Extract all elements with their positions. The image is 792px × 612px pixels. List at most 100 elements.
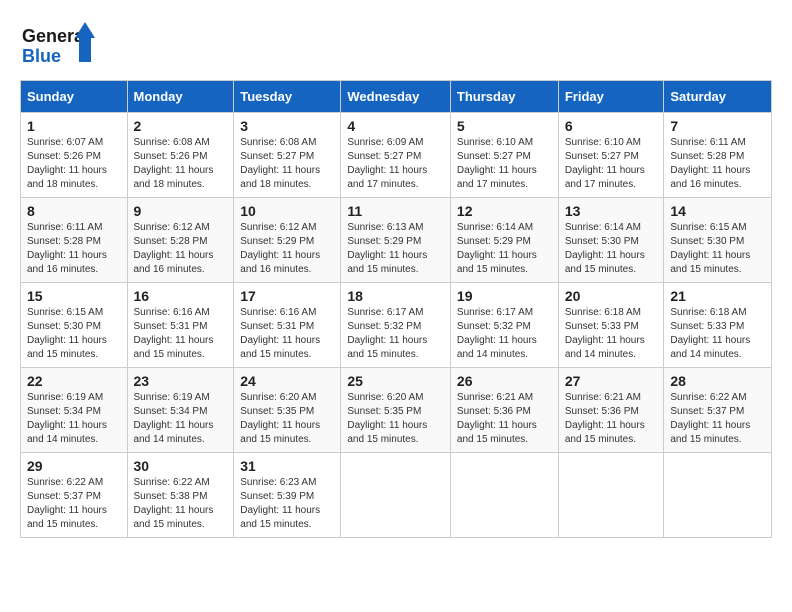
- logo: GeneralBlue: [20, 20, 100, 70]
- day-number: 4: [347, 118, 444, 134]
- calendar-day-header: Wednesday: [341, 81, 451, 113]
- calendar-table: SundayMondayTuesdayWednesdayThursdayFrid…: [20, 80, 772, 538]
- calendar-cell: 28 Sunrise: 6:22 AM Sunset: 5:37 PM Dayli…: [664, 368, 772, 453]
- calendar-week-row: 1Sunrise: 6:07 AM Sunset: 5:26 PM Daylig…: [21, 113, 772, 198]
- calendar-cell: [664, 453, 772, 538]
- day-number: 25: [347, 373, 444, 389]
- day-number: 16: [134, 288, 228, 304]
- day-info: Sunrise: 6:21 AM Sunset: 5:36 PM Dayligh…: [457, 391, 552, 447]
- day-info: Sunrise: 6:07 AM Sunset: 5:26 PM Dayligh…: [27, 136, 121, 192]
- day-number: 8: [27, 203, 121, 219]
- page-header: GeneralBlue: [20, 20, 772, 70]
- day-info: Sunrise: 6:09 AM Sunset: 5:27 PM Dayligh…: [347, 136, 444, 192]
- day-number: 31: [240, 458, 334, 474]
- day-number: 12: [457, 203, 552, 219]
- day-info: Sunrise: 6:15 AM Sunset: 5:30 PM Dayligh…: [670, 221, 765, 277]
- day-number: 14: [670, 203, 765, 219]
- calendar-cell: 8 Sunrise: 6:11 AM Sunset: 5:28 PM Daylig…: [21, 198, 128, 283]
- calendar-cell: 25 Sunrise: 6:20 AM Sunset: 5:35 PM Dayli…: [341, 368, 451, 453]
- calendar-day-header: Thursday: [450, 81, 558, 113]
- day-number: 13: [565, 203, 658, 219]
- day-info: Sunrise: 6:11 AM Sunset: 5:28 PM Dayligh…: [27, 221, 121, 277]
- day-info: Sunrise: 6:08 AM Sunset: 5:26 PM Dayligh…: [134, 136, 228, 192]
- calendar-day-header: Monday: [127, 81, 234, 113]
- day-number: 20: [565, 288, 658, 304]
- calendar-cell: [341, 453, 451, 538]
- day-number: 7: [670, 118, 765, 134]
- day-number: 15: [27, 288, 121, 304]
- day-info: Sunrise: 6:19 AM Sunset: 5:34 PM Dayligh…: [134, 391, 228, 447]
- calendar-cell: 6 Sunrise: 6:10 AM Sunset: 5:27 PM Daylig…: [558, 113, 664, 198]
- calendar-cell: 12 Sunrise: 6:14 AM Sunset: 5:29 PM Dayli…: [450, 198, 558, 283]
- day-number: 30: [134, 458, 228, 474]
- calendar-week-row: 22 Sunrise: 6:19 AM Sunset: 5:34 PM Dayli…: [21, 368, 772, 453]
- calendar-cell: 23Sunrise: 6:19 AM Sunset: 5:34 PM Dayli…: [127, 368, 234, 453]
- day-info: Sunrise: 6:20 AM Sunset: 5:35 PM Dayligh…: [347, 391, 444, 447]
- calendar-day-header: Friday: [558, 81, 664, 113]
- day-number: 9: [134, 203, 228, 219]
- day-info: Sunrise: 6:22 AM Sunset: 5:37 PM Dayligh…: [670, 391, 765, 447]
- day-number: 29: [27, 458, 121, 474]
- calendar-cell: 31 Sunrise: 6:23 AM Sunset: 5:39 PM Dayli…: [234, 453, 341, 538]
- calendar-cell: 1Sunrise: 6:07 AM Sunset: 5:26 PM Daylig…: [21, 113, 128, 198]
- day-info: Sunrise: 6:19 AM Sunset: 5:34 PM Dayligh…: [27, 391, 121, 447]
- calendar-cell: 19Sunrise: 6:17 AM Sunset: 5:32 PM Dayli…: [450, 283, 558, 368]
- calendar-day-header: Sunday: [21, 81, 128, 113]
- calendar-cell: 16 Sunrise: 6:16 AM Sunset: 5:31 PM Dayli…: [127, 283, 234, 368]
- day-info: Sunrise: 6:14 AM Sunset: 5:30 PM Dayligh…: [565, 221, 658, 277]
- day-info: Sunrise: 6:16 AM Sunset: 5:31 PM Dayligh…: [240, 306, 334, 362]
- day-info: Sunrise: 6:10 AM Sunset: 5:27 PM Dayligh…: [565, 136, 658, 192]
- day-info: Sunrise: 6:22 AM Sunset: 5:38 PM Dayligh…: [134, 476, 228, 532]
- calendar-cell: 20 Sunrise: 6:18 AM Sunset: 5:33 PM Dayli…: [558, 283, 664, 368]
- day-info: Sunrise: 6:12 AM Sunset: 5:29 PM Dayligh…: [240, 221, 334, 277]
- day-number: 21: [670, 288, 765, 304]
- day-number: 3: [240, 118, 334, 134]
- calendar-cell: 29 Sunrise: 6:22 AM Sunset: 5:37 PM Dayli…: [21, 453, 128, 538]
- day-info: Sunrise: 6:23 AM Sunset: 5:39 PM Dayligh…: [240, 476, 334, 532]
- calendar-cell: [558, 453, 664, 538]
- calendar-day-header: Tuesday: [234, 81, 341, 113]
- day-number: 22: [27, 373, 121, 389]
- calendar-cell: 30 Sunrise: 6:22 AM Sunset: 5:38 PM Dayli…: [127, 453, 234, 538]
- calendar-cell: [450, 453, 558, 538]
- calendar-week-row: 29 Sunrise: 6:22 AM Sunset: 5:37 PM Dayli…: [21, 453, 772, 538]
- day-info: Sunrise: 6:14 AM Sunset: 5:29 PM Dayligh…: [457, 221, 552, 277]
- calendar-cell: 13 Sunrise: 6:14 AM Sunset: 5:30 PM Dayli…: [558, 198, 664, 283]
- day-number: 2: [134, 118, 228, 134]
- calendar-week-row: 15 Sunrise: 6:15 AM Sunset: 5:30 PM Dayli…: [21, 283, 772, 368]
- calendar-cell: 9Sunrise: 6:12 AM Sunset: 5:28 PM Daylig…: [127, 198, 234, 283]
- calendar-cell: 17Sunrise: 6:16 AM Sunset: 5:31 PM Dayli…: [234, 283, 341, 368]
- day-number: 24: [240, 373, 334, 389]
- calendar-cell: 24Sunrise: 6:20 AM Sunset: 5:35 PM Dayli…: [234, 368, 341, 453]
- calendar-cell: 26 Sunrise: 6:21 AM Sunset: 5:36 PM Dayli…: [450, 368, 558, 453]
- calendar-cell: 21Sunrise: 6:18 AM Sunset: 5:33 PM Dayli…: [664, 283, 772, 368]
- day-number: 6: [565, 118, 658, 134]
- calendar-cell: 5Sunrise: 6:10 AM Sunset: 5:27 PM Daylig…: [450, 113, 558, 198]
- day-info: Sunrise: 6:15 AM Sunset: 5:30 PM Dayligh…: [27, 306, 121, 362]
- day-info: Sunrise: 6:11 AM Sunset: 5:28 PM Dayligh…: [670, 136, 765, 192]
- day-info: Sunrise: 6:16 AM Sunset: 5:31 PM Dayligh…: [134, 306, 228, 362]
- day-info: Sunrise: 6:17 AM Sunset: 5:32 PM Dayligh…: [347, 306, 444, 362]
- day-info: Sunrise: 6:10 AM Sunset: 5:27 PM Dayligh…: [457, 136, 552, 192]
- calendar-header-row: SundayMondayTuesdayWednesdayThursdayFrid…: [21, 81, 772, 113]
- calendar-cell: 27 Sunrise: 6:21 AM Sunset: 5:36 PM Dayli…: [558, 368, 664, 453]
- day-info: Sunrise: 6:18 AM Sunset: 5:33 PM Dayligh…: [565, 306, 658, 362]
- day-number: 28: [670, 373, 765, 389]
- calendar-cell: 7 Sunrise: 6:11 AM Sunset: 5:28 PM Daylig…: [664, 113, 772, 198]
- day-number: 18: [347, 288, 444, 304]
- svg-text:Blue: Blue: [22, 46, 61, 66]
- calendar-cell: 22 Sunrise: 6:19 AM Sunset: 5:34 PM Dayli…: [21, 368, 128, 453]
- calendar-cell: 4 Sunrise: 6:09 AM Sunset: 5:27 PM Daylig…: [341, 113, 451, 198]
- day-info: Sunrise: 6:21 AM Sunset: 5:36 PM Dayligh…: [565, 391, 658, 447]
- logo-icon: GeneralBlue: [20, 20, 100, 70]
- day-number: 27: [565, 373, 658, 389]
- calendar-cell: 18 Sunrise: 6:17 AM Sunset: 5:32 PM Dayli…: [341, 283, 451, 368]
- day-number: 10: [240, 203, 334, 219]
- calendar-cell: 10 Sunrise: 6:12 AM Sunset: 5:29 PM Dayli…: [234, 198, 341, 283]
- day-info: Sunrise: 6:17 AM Sunset: 5:32 PM Dayligh…: [457, 306, 552, 362]
- day-info: Sunrise: 6:22 AM Sunset: 5:37 PM Dayligh…: [27, 476, 121, 532]
- calendar-cell: 11Sunrise: 6:13 AM Sunset: 5:29 PM Dayli…: [341, 198, 451, 283]
- calendar-day-header: Saturday: [664, 81, 772, 113]
- calendar-cell: 14 Sunrise: 6:15 AM Sunset: 5:30 PM Dayli…: [664, 198, 772, 283]
- day-number: 26: [457, 373, 552, 389]
